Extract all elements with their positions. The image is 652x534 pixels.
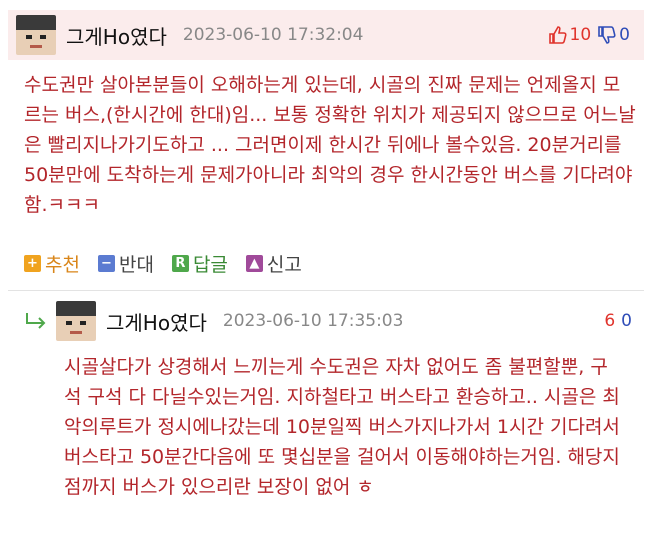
comment-body: 수도권만 살아본분들이 오해하는게 있는데, 시골의 진짜 문제는 언제올지 모… bbox=[24, 74, 636, 216]
thumbs-up-icon[interactable] bbox=[548, 25, 568, 45]
plus-icon: + bbox=[24, 255, 41, 272]
reply-avatar[interactable] bbox=[56, 301, 96, 341]
thumbs-down-icon[interactable] bbox=[597, 25, 617, 45]
reply-downvote-count: 0 bbox=[621, 311, 632, 331]
reply-vote-counts: 6 0 bbox=[604, 311, 632, 331]
comment-author[interactable]: 그게Ho였다 bbox=[66, 21, 167, 50]
report-button[interactable]: ▲ 신고 bbox=[245, 250, 302, 277]
oppose-button[interactable]: − 반대 bbox=[97, 250, 154, 277]
upvote-count: 10 bbox=[569, 25, 592, 45]
avatar[interactable] bbox=[16, 15, 56, 55]
minus-icon: − bbox=[97, 255, 115, 272]
downvote-count: 0 bbox=[619, 25, 630, 45]
comment-actions: + 추천 − 반대 R 답글 ▲ 신고 bbox=[24, 250, 302, 277]
reply-author[interactable]: 그게Ho였다 bbox=[106, 307, 207, 336]
recommend-label: 추천 bbox=[45, 254, 80, 276]
vote-counts: 10 0 bbox=[548, 25, 630, 45]
recommend-button[interactable]: + 추천 bbox=[24, 250, 80, 277]
reply-r-icon: R bbox=[171, 255, 189, 272]
reply-button[interactable]: R 답글 bbox=[171, 250, 228, 277]
comment-header: 그게Ho였다 2023-06-10 17:32:04 10 0 bbox=[8, 10, 644, 60]
reply-body: 시골살다가 상경해서 느끼는게 수도권은 자차 없어도 좀 불편할뿐, 구석 구… bbox=[64, 356, 620, 498]
reply-upvote-count: 6 bbox=[604, 311, 616, 331]
reply-header: 그게Ho였다 2023-06-10 17:35:03 6 0 bbox=[24, 298, 644, 344]
report-icon: ▲ bbox=[245, 255, 263, 272]
comment-timestamp: 2023-06-10 17:32:04 bbox=[182, 25, 364, 45]
oppose-label: 반대 bbox=[118, 254, 154, 276]
reply-timestamp: 2023-06-10 17:35:03 bbox=[222, 311, 404, 331]
reply-label: 답글 bbox=[192, 254, 228, 276]
reply-arrow-icon bbox=[26, 313, 46, 329]
report-label: 신고 bbox=[266, 254, 302, 276]
divider bbox=[8, 290, 644, 291]
